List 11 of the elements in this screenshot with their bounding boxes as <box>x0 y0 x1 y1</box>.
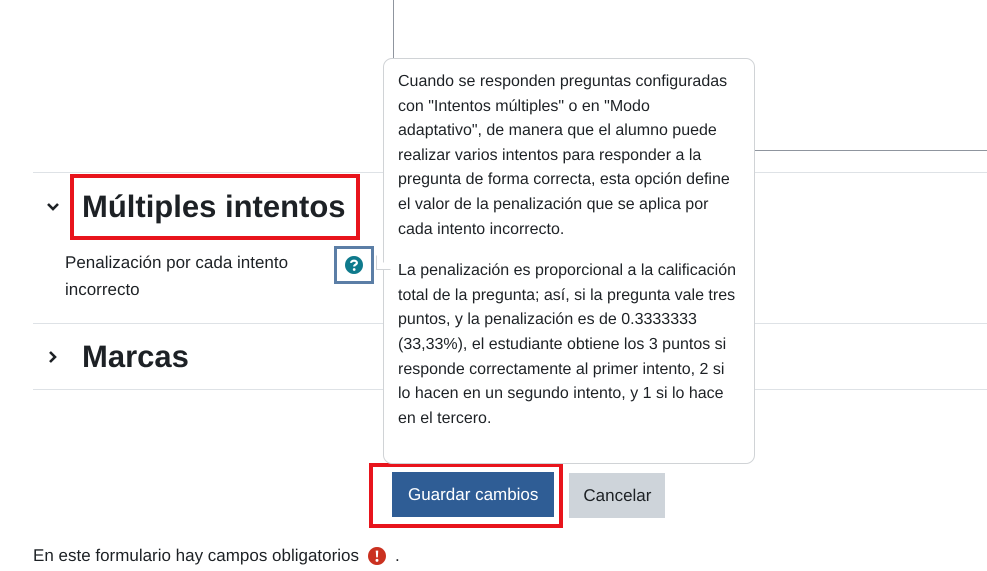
required-icon <box>368 547 386 565</box>
period-text: . <box>395 545 400 567</box>
section-heading[interactable]: Múltiples intentos <box>82 184 346 230</box>
help-text: La penalización es proporcional a la calificación total de la pregunta; así, si la pregunta vale tres puntos, y la penalización es de 0.3333333 (33,33%), el estudiante obtiene los 3 puntos si responde correctamente al primer intento, 2 si lo hacen en un segundo intento, y 1 si lo hace en el tercero. <box>398 261 737 429</box>
field-label: Penalización por cada intento incorrecto <box>65 252 290 301</box>
required-note: En este formulario hay campos obligatorios <box>33 545 359 567</box>
section-heading[interactable]: Marcas <box>82 334 189 380</box>
cancel-button[interactable]: Cancelar <box>569 473 666 518</box>
save-button[interactable]: Guardar cambios <box>392 472 554 517</box>
help-icon[interactable] <box>345 256 363 274</box>
help-text: Cuando se responden preguntas configuradas con "Intentos múltiples" o en "Modo adaptativo", de manera que el alumno puede realizar varios intentos para responder a la pregunta de forma correcta, esta opción define el valor de la penalización que se aplica por cada intento incorrecto. <box>398 72 731 240</box>
